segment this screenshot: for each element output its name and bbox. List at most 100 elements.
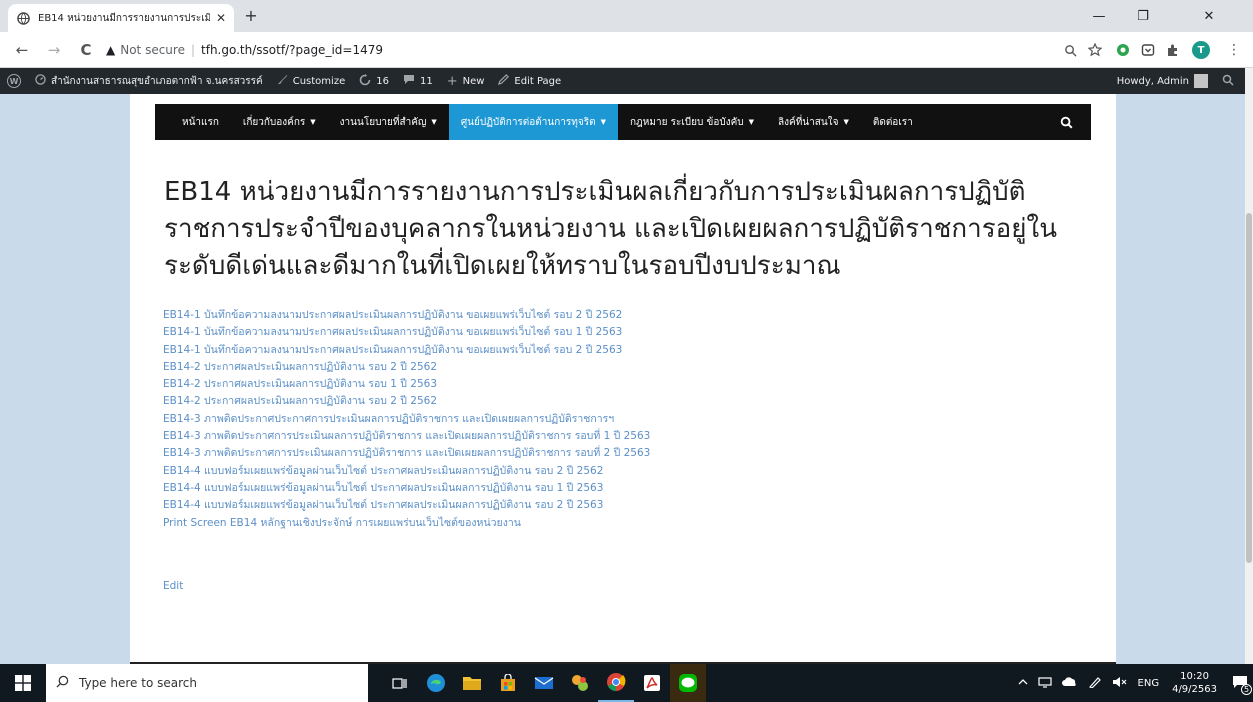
nav-item-policy[interactable]: งานนโยบายที่สำคัญ ▼ xyxy=(328,104,449,140)
wp-logo-menu[interactable]: W xyxy=(0,68,28,94)
address-bar[interactable]: ▲ Not secure | tfh.go.th/ssotf/?page_id=… xyxy=(106,40,1006,60)
minimize-button[interactable]: — xyxy=(1077,0,1121,32)
profile-avatar[interactable]: T xyxy=(1192,41,1210,59)
extensions-puzzle-icon[interactable] xyxy=(1165,42,1181,58)
window-close-button[interactable]: ✕ xyxy=(1165,0,1253,32)
extension-pocket-icon[interactable] xyxy=(1140,42,1156,58)
acrobat-icon[interactable] xyxy=(634,664,670,702)
caret-down-icon: ▼ xyxy=(600,118,606,126)
dashboard-icon xyxy=(35,74,46,88)
document-link[interactable]: EB14-4 แบบฟอร์มเผยแพร่ข้อมูลผ่านเว็บไซต์… xyxy=(163,497,1063,514)
clock-time: 10:20 xyxy=(1180,671,1209,682)
caret-down-icon: ▼ xyxy=(431,118,437,126)
updates-count: 16 xyxy=(376,75,389,87)
url-text[interactable]: tfh.go.th/ssotf/?page_id=1479 xyxy=(201,43,383,57)
page-container: หน้าแรก เกี่ยวกับองค์กร ▼ งานนโยบายที่สำค… xyxy=(130,94,1116,664)
nav-item-anti-corruption[interactable]: ศูนย์ปฏิบัติการต่อต้านการทุจริต ▼ xyxy=(448,104,618,140)
action-center-button[interactable]: 5 xyxy=(1227,675,1253,695)
browser-menu-icon[interactable]: ⋮ xyxy=(1226,42,1242,58)
account-menu[interactable]: Howdy, Admin xyxy=(1110,68,1215,94)
windows-logo-icon xyxy=(15,675,31,691)
reload-button[interactable]: C xyxy=(76,41,96,59)
nav-item-home[interactable]: หน้าแรก xyxy=(170,104,231,140)
mail-icon[interactable] xyxy=(526,664,562,702)
start-button[interactable] xyxy=(0,664,46,702)
windows-taskbar: Type here to search ENG 10:20 4/9/2563 5 xyxy=(0,664,1253,702)
browser-tab[interactable]: EB14 หน่วยงานมีการรายงานการประเมิ ✕ xyxy=(8,4,234,32)
notification-count: 5 xyxy=(1241,683,1252,695)
browser-tab-strip: EB14 หน่วยงานมีการรายงานการประเมิ ✕ + — … xyxy=(0,0,1253,32)
chevron-up-icon[interactable] xyxy=(1018,678,1028,689)
new-tab-button[interactable]: + xyxy=(240,6,262,25)
document-link-list: EB14-1 บันทึกข้อความลงนามประกาศผลประเมิน… xyxy=(163,307,1063,532)
document-link[interactable]: EB14-2 ประกาศผลประเมินผลการปฏิบัติงาน รอ… xyxy=(163,359,1063,376)
bookmark-star-icon[interactable] xyxy=(1087,42,1103,58)
caret-down-icon: ▼ xyxy=(748,118,754,126)
pen-ink-icon[interactable] xyxy=(1088,676,1102,691)
document-link[interactable]: EB14-4 แบบฟอร์มเผยแพร่ข้อมูลผ่านเว็บไซต์… xyxy=(163,463,1063,480)
comments-link[interactable]: 11 xyxy=(396,68,440,94)
document-link[interactable]: EB14-3 ภาพติดประกาศการประเมินผลการปฏิบัต… xyxy=(163,445,1063,462)
tab-close-icon[interactable]: ✕ xyxy=(216,11,226,25)
network-icon[interactable] xyxy=(1037,676,1052,691)
scrollbar-thumb[interactable] xyxy=(1246,213,1252,563)
plus-icon: + xyxy=(446,73,458,89)
clock-date: 4/9/2563 xyxy=(1172,684,1217,695)
main-nav-menu: หน้าแรก เกี่ยวกับองค์กร ▼ งานนโยบายที่สำค… xyxy=(155,104,1091,140)
extension-green-icon[interactable] xyxy=(1115,42,1131,58)
edit-page-link[interactable]: Edit Page xyxy=(491,68,568,94)
store-icon[interactable] xyxy=(490,664,526,702)
warning-icon[interactable]: ▲ xyxy=(106,43,115,57)
wp-admin-bar: W สำนักงานสาธารณสุขอำเภอตากฟ้า จ.นครสวรร… xyxy=(0,68,1245,94)
edge-icon[interactable] xyxy=(418,664,454,702)
updates-icon xyxy=(359,73,371,89)
address-separator: | xyxy=(190,43,196,57)
nav-item-law[interactable]: กฎหมาย ระเบียบ ข้อบังคับ ▼ xyxy=(618,104,766,140)
comment-icon xyxy=(403,74,415,88)
adminbar-search[interactable] xyxy=(1215,68,1241,94)
caret-down-icon: ▼ xyxy=(843,118,849,126)
edit-link[interactable]: Edit xyxy=(163,580,183,592)
comments-count: 11 xyxy=(419,75,433,87)
language-indicator[interactable]: ENG xyxy=(1138,678,1160,689)
admin-avatar xyxy=(1194,74,1208,88)
document-link[interactable]: EB14-3 ภาพติดประกาศการประเมินผลการปฏิบัต… xyxy=(163,428,1063,445)
security-label: Not secure xyxy=(120,43,185,57)
zoom-icon[interactable] xyxy=(1062,42,1078,58)
site-name: สำนักงานสาธารณสุขอำเภอตากฟ้า จ.นครสวรรค์ xyxy=(51,75,263,87)
document-link[interactable]: EB14-3 ภาพติดประกาศประกาศการประเมินผลการ… xyxy=(163,411,1063,428)
tab-title: EB14 หน่วยงานมีการรายงานการประเมิ xyxy=(38,12,210,24)
file-explorer-icon[interactable] xyxy=(454,664,490,702)
nav-item-about[interactable]: เกี่ยวกับองค์กร ▼ xyxy=(231,104,328,140)
document-link[interactable]: EB14-1 บันทึกข้อความลงนามประกาศผลประเมิน… xyxy=(163,324,1063,341)
document-link[interactable]: EB14-1 บันทึกข้อความลงนามประกาศผลประเมิน… xyxy=(163,342,1063,359)
document-link[interactable]: EB14-1 บันทึกข้อความลงนามประกาศผลประเมิน… xyxy=(163,307,1063,324)
onedrive-cloud-icon[interactable] xyxy=(1061,676,1078,690)
document-link[interactable]: EB14-2 ประกาศผลประเมินผลการปฏิบัติงาน รอ… xyxy=(163,376,1063,393)
back-button[interactable]: ← xyxy=(12,41,32,59)
line-icon[interactable] xyxy=(670,664,706,702)
restore-button[interactable]: ❐ xyxy=(1121,0,1165,32)
nav-item-contact[interactable]: ติดต่อเรา xyxy=(861,104,925,140)
pinwheel-app-icon[interactable] xyxy=(562,664,598,702)
document-link[interactable]: EB14-4 แบบฟอร์มเผยแพร่ข้อมูลผ่านเว็บไซต์… xyxy=(163,480,1063,497)
system-tray: ENG 10:20 4/9/2563 5 xyxy=(1013,664,1253,702)
customize-link[interactable]: Customize xyxy=(270,68,353,94)
new-content-menu[interactable]: + New xyxy=(440,68,492,94)
document-link[interactable]: EB14-2 ประกาศผลประเมินผลการปฏิบัติงาน รอ… xyxy=(163,393,1063,410)
taskbar-clock[interactable]: 10:20 4/9/2563 xyxy=(1172,670,1217,696)
globe-icon xyxy=(16,11,30,25)
updates-link[interactable]: 16 xyxy=(352,68,396,94)
taskbar-search-box[interactable]: Type here to search xyxy=(46,664,368,702)
search-placeholder: Type here to search xyxy=(79,676,197,690)
volume-muted-icon[interactable] xyxy=(1112,676,1128,691)
task-view-icon[interactable] xyxy=(382,664,418,702)
nav-search-icon[interactable] xyxy=(1060,114,1073,133)
pencil-icon xyxy=(498,74,510,88)
page-scrollbar[interactable] xyxy=(1245,68,1253,664)
chrome-icon[interactable] xyxy=(598,664,634,702)
site-name-menu[interactable]: สำนักงานสาธารณสุขอำเภอตากฟ้า จ.นครสวรรค์ xyxy=(28,68,270,94)
nav-item-links[interactable]: ลิงค์ที่น่าสนใจ ▼ xyxy=(766,104,861,140)
document-link[interactable]: Print Screen EB14 หลักฐานเชิงประจักษ์ กา… xyxy=(163,515,1063,532)
forward-button[interactable]: → xyxy=(44,41,64,59)
